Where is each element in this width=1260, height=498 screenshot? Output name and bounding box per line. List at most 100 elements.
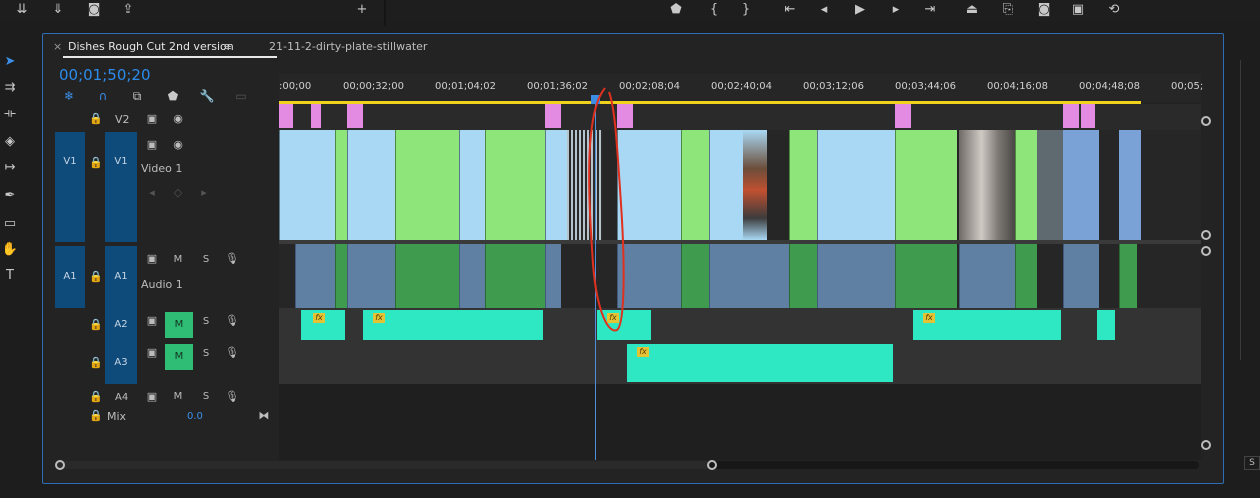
sync-lock-icon[interactable]: ▣ xyxy=(145,314,159,328)
solo-button-a3[interactable]: S xyxy=(199,348,213,359)
video-clip[interactable] xyxy=(347,130,395,240)
next-keyframe-icon[interactable]: ▸ xyxy=(197,186,211,200)
track-name-video1[interactable]: Video 1 xyxy=(141,162,182,175)
audio-clip[interactable] xyxy=(335,244,347,308)
nest-icon[interactable]: ❄ xyxy=(61,88,77,104)
ripple-edit-icon[interactable]: ⟛ xyxy=(0,104,20,124)
eye-icon[interactable]: ◉ xyxy=(171,112,185,126)
selection-tool-icon[interactable]: ➤ xyxy=(0,52,20,72)
close-tab-icon[interactable]: × xyxy=(53,40,62,53)
go-to-in-icon[interactable]: ⇤ xyxy=(782,2,798,18)
go-to-out-icon[interactable]: ⇥ xyxy=(922,2,938,18)
lock-icon[interactable]: 🔒 xyxy=(89,156,103,170)
video-clip[interactable] xyxy=(395,130,459,240)
track-name-audio1[interactable]: Audio 1 xyxy=(141,278,183,291)
audio-clip[interactable] xyxy=(395,244,459,308)
solo-button-a2[interactable]: S xyxy=(199,316,213,327)
audio-clip[interactable] xyxy=(1119,244,1137,308)
video-clip[interactable] xyxy=(545,104,561,128)
audio-clip[interactable] xyxy=(681,244,709,308)
audio-clip[interactable] xyxy=(1063,244,1099,308)
lock-icon[interactable]: 🔒 xyxy=(89,318,103,332)
vertical-zoom-knob[interactable] xyxy=(1201,440,1211,450)
audio-clip-effect[interactable]: fx xyxy=(627,344,893,382)
video-clip[interactable] xyxy=(1037,130,1063,240)
audio-clip-effect[interactable]: fx xyxy=(913,310,1061,340)
audio-clip[interactable] xyxy=(1097,310,1115,340)
type-tool-icon[interactable]: T xyxy=(0,266,20,286)
video-clip-thumbnail[interactable] xyxy=(743,130,767,240)
export-icon[interactable]: ⇪ xyxy=(120,2,136,18)
video-clip[interactable] xyxy=(1063,130,1099,240)
track-select-icon[interactable]: ⇉ xyxy=(0,78,20,98)
camera-icon[interactable]: ◙ xyxy=(86,2,102,18)
mix-end-icon[interactable]: ⧓ xyxy=(257,409,271,423)
slip-tool-icon[interactable]: ↦ xyxy=(0,158,20,178)
audio-clip[interactable] xyxy=(709,244,789,308)
linked-selection-icon[interactable]: ⧉ xyxy=(129,88,145,104)
video-clip[interactable] xyxy=(789,130,817,240)
sync-lock-icon[interactable]: ▣ xyxy=(145,112,159,126)
audio-clip[interactable] xyxy=(295,244,335,308)
video-clip[interactable] xyxy=(1015,130,1037,240)
comparison-icon[interactable]: ▣ xyxy=(1070,2,1086,18)
plus-icon[interactable]: + xyxy=(354,2,370,18)
track-target-v2[interactable]: V2 xyxy=(115,113,130,126)
step-back-icon[interactable]: ◂ xyxy=(816,2,832,18)
vertical-zoom-knob[interactable] xyxy=(1201,116,1211,126)
mute-button-a3[interactable]: M xyxy=(165,344,193,370)
scroll-zoom-right-handle[interactable] xyxy=(707,460,717,470)
audio-clip[interactable] xyxy=(959,244,1015,308)
sync-lock-icon[interactable]: ▣ xyxy=(145,346,159,360)
razor-tool-icon[interactable]: ◈ xyxy=(0,132,20,152)
sync-lock-icon[interactable]: ▣ xyxy=(145,390,159,404)
export-frame-icon[interactable]: ◙ xyxy=(1036,2,1052,18)
time-ruler[interactable]: :00;00 00;00;32;00 00;01;04;02 00;01;36;… xyxy=(279,74,1203,102)
track-target-a1[interactable]: A1 xyxy=(105,246,137,308)
video-clip[interactable] xyxy=(335,130,347,240)
video-clip[interactable] xyxy=(279,104,293,128)
video-clip[interactable] xyxy=(1081,104,1095,128)
mute-button-a2[interactable]: M xyxy=(165,312,193,338)
prev-keyframe-icon[interactable]: ◂ xyxy=(145,186,159,200)
video-clip[interactable] xyxy=(681,130,709,240)
video-clip[interactable] xyxy=(817,130,895,240)
lock-icon[interactable]: 🔒 xyxy=(89,390,103,404)
rectangle-tool-icon[interactable]: ▭ xyxy=(0,214,20,234)
audio-clip-effect[interactable]: fx xyxy=(301,310,345,340)
snap-icon[interactable]: ∩ xyxy=(95,88,111,104)
microphone-icon[interactable]: 🎙 xyxy=(225,314,239,328)
audio-clip[interactable] xyxy=(459,244,485,308)
settings-icon[interactable]: ⟲ xyxy=(1106,2,1122,18)
hand-tool-icon[interactable]: ✋ xyxy=(0,240,20,260)
lock-icon[interactable]: 🔒 xyxy=(89,270,103,284)
audio-clip[interactable] xyxy=(1015,244,1037,308)
audio-clip[interactable] xyxy=(789,244,817,308)
add-marker-icon[interactable]: ⬟ xyxy=(165,88,181,104)
tab-active-sequence[interactable]: Dishes Rough Cut 2nd version xyxy=(68,40,234,53)
playhead-timecode[interactable]: 00;01;50;20 xyxy=(59,66,151,84)
lock-icon[interactable]: 🔒 xyxy=(89,112,103,126)
marker-icon[interactable]: ⬟ xyxy=(668,2,684,18)
lock-icon[interactable]: 🔒 xyxy=(89,409,103,423)
video-clip[interactable] xyxy=(1063,104,1079,128)
video-clip[interactable] xyxy=(485,130,545,240)
source-patch-a1[interactable]: A1 xyxy=(55,246,85,308)
scrollbar-thumb[interactable] xyxy=(57,461,710,469)
video-clip-thumbnail[interactable] xyxy=(959,130,1015,240)
captions-icon[interactable]: ▭ xyxy=(233,88,249,104)
sync-lock-icon[interactable]: ▣ xyxy=(145,252,159,266)
scroll-zoom-left-handle[interactable] xyxy=(55,460,65,470)
wrench-icon[interactable]: 🔧 xyxy=(199,88,215,104)
vertical-zoom-knob[interactable] xyxy=(1201,246,1211,256)
video-clip[interactable] xyxy=(279,130,335,240)
audio-clip[interactable] xyxy=(817,244,895,308)
pen-tool-icon[interactable]: ✒ xyxy=(0,186,20,206)
step-forward-icon[interactable]: ▸ xyxy=(888,2,904,18)
audio-clip[interactable] xyxy=(895,244,957,308)
vertical-zoom-knob[interactable] xyxy=(1201,230,1211,240)
lock-icon[interactable]: 🔒 xyxy=(89,356,103,370)
audio-clip[interactable] xyxy=(485,244,545,308)
video-clip[interactable] xyxy=(895,130,957,240)
extract-icon[interactable]: ⎘ xyxy=(1000,2,1016,18)
